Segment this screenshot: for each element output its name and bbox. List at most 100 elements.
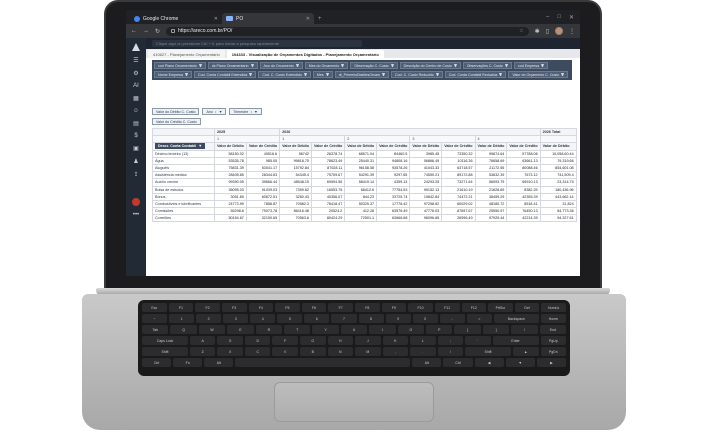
table-row[interactable]: Assistência médica 28405.85 28344.63 54345.… — [152, 171, 577, 180]
filter-field-chip[interactable]: ds Plano Orcamentario — [207, 62, 258, 69]
keyboard-key[interactable]: . — [410, 347, 436, 356]
filter-field-chip[interactable]: Cod. Conta Contábil Extendida — [193, 71, 257, 78]
keyboard-key[interactable]: F7 — [328, 303, 353, 312]
keyboard-key[interactable]: 1 — [169, 314, 195, 323]
keyboard-key[interactable]: / — [437, 347, 464, 356]
keyboard-key[interactable]: Ctrl — [142, 358, 172, 367]
keyboard-key[interactable]: PgUp — [540, 336, 567, 345]
data-field-credit[interactable]: Valor do Crédito C. Custo — [152, 118, 201, 125]
tab-po[interactable]: PO ✕ — [222, 13, 314, 24]
keyboard-key[interactable]: 4 — [250, 314, 276, 323]
new-tab-icon[interactable]: + — [314, 16, 326, 24]
table-row[interactable]: Auxílio creche 99390.05 39666.44 48548.15 69… — [152, 178, 577, 187]
keyboard-key[interactable]: Enter — [492, 336, 539, 345]
keyboard-key[interactable]: F — [272, 336, 298, 345]
keyboard-key[interactable]: G — [299, 336, 326, 345]
calendar-icon[interactable]: ▣ — [133, 145, 139, 152]
keyboard-key[interactable]: Q — [170, 325, 197, 334]
touchpad[interactable] — [274, 382, 434, 422]
keyboard-key[interactable]: ▲ — [513, 347, 539, 356]
keyboard-key[interactable]: V — [272, 347, 298, 356]
close-icon[interactable]: ✕ — [306, 16, 310, 22]
filter-icon[interactable] — [504, 64, 508, 67]
keyboard-key[interactable]: ◀ — [474, 358, 504, 367]
chrome-menu-icon[interactable]: ⋮ — [569, 28, 575, 35]
filter-icon[interactable] — [453, 64, 457, 67]
keyboard-key[interactable]: 8 — [358, 314, 384, 323]
close-icon[interactable]: ✕ — [214, 16, 218, 22]
address-bar[interactable]: https://areco.com.br/PO/ ☆ — [166, 26, 529, 36]
table-row[interactable]: Água 53535.78 985.05 99818.75 78623.49 25440.… — [152, 156, 577, 165]
document-icon[interactable]: ▤ — [133, 120, 139, 127]
keyboard-key[interactable]: Z — [189, 347, 216, 356]
keyboard-key[interactable]: U — [340, 325, 368, 334]
keyboard-key[interactable]: T — [284, 325, 311, 334]
filter-icon[interactable]: ▼ — [219, 110, 223, 114]
close-window-icon[interactable]: ✕ — [569, 14, 574, 21]
keyboard-key[interactable]: 9 — [385, 314, 411, 323]
tab-planejamento[interactable]: 410627 - Planejamento Orçamentário — [148, 50, 225, 58]
profile-avatar[interactable] — [555, 27, 563, 35]
keyboard-key[interactable]: = — [466, 314, 492, 323]
tab-google-chrome[interactable]: Google Chrome ✕ — [130, 13, 222, 24]
back-icon[interactable]: ← — [131, 28, 137, 34]
year-header[interactable]: 2025 — [213, 127, 281, 137]
table-row[interactable]: Bônus 3051.69 60672.51 3260.43 40356.07 844.2… — [152, 192, 577, 201]
keyboard-key[interactable]: F12 — [461, 303, 487, 312]
table-row[interactable]: Bolsa de estudos 36095.03 91039.03 7359.62 1… — [152, 185, 577, 194]
filter-field-chip[interactable]: Mes — [312, 71, 333, 78]
filter-field-chip[interactable]: Cod. C. Custo Extendido — [258, 71, 311, 78]
minimize-icon[interactable]: – — [546, 14, 549, 21]
maximize-icon[interactable]: □ — [557, 14, 561, 21]
sidepanel-icon[interactable]: ▯ — [546, 28, 549, 35]
keyboard-key[interactable]: S — [217, 336, 243, 345]
keyboard-key[interactable]: Home — [540, 314, 566, 323]
table-row[interactable]: Combustíveis e lubrificantes 24773.99 7858… — [152, 199, 577, 209]
keyboard-key[interactable]: W — [198, 325, 226, 334]
keyboard-key[interactable]: F1 — [168, 303, 194, 312]
keyboard-key[interactable]: H — [327, 336, 354, 345]
keyboard-key[interactable]: End — [539, 325, 567, 334]
keyboard-key[interactable]: 2 — [196, 314, 222, 323]
keyboard-key[interactable]: E — [227, 325, 254, 334]
keyboard-key[interactable]: K — [382, 336, 409, 345]
upload-icon[interactable]: ⇪ — [133, 171, 138, 178]
keyboard-key[interactable]: [ — [454, 325, 481, 334]
keyboard-key[interactable] — [235, 358, 411, 367]
people-icon[interactable]: ☺ — [133, 108, 139, 114]
tab-visualizacao[interactable]: 104333 - Visualização de Orçamentos Digi… — [226, 50, 384, 58]
keyboard-key[interactable]: F9 — [381, 303, 407, 312]
data-field-debit[interactable]: Valor do Débito C. Custo — [152, 108, 200, 115]
keyboard-key[interactable]: A — [189, 336, 216, 345]
keyboard-key[interactable]: Fn — [173, 358, 203, 367]
keyboard-key[interactable]: Alt — [204, 358, 234, 367]
filter-icon[interactable] — [390, 64, 394, 67]
keyboard-key[interactable]: D — [244, 336, 271, 345]
filter-field-chip[interactable]: Cod. Conta Contábil Reduzida — [444, 71, 507, 78]
keyboard-key[interactable]: F5 — [275, 303, 300, 312]
filter-icon[interactable] — [250, 64, 254, 67]
filter-field-chip[interactable]: Ano do Orcamento — [259, 62, 303, 69]
year-header[interactable]: 2026 — [279, 127, 541, 137]
keyboard-key[interactable]: B — [299, 347, 326, 356]
col-field-ano[interactable]: Ano ↕ ▼ — [202, 108, 227, 115]
keyboard-key[interactable]: Shift — [465, 347, 511, 356]
keyboard-key[interactable]: , — [382, 347, 409, 356]
filter-icon[interactable] — [325, 73, 329, 76]
keyboard-key[interactable]: F8 — [355, 303, 380, 312]
filter-icon[interactable] — [382, 73, 386, 76]
filter-icon[interactable]: ▼ — [254, 110, 258, 114]
keyboard-key[interactable]: L — [410, 336, 436, 345]
keyboard-key[interactable]: I — [369, 325, 396, 334]
keyboard-key[interactable]: Caps Lock — [142, 336, 188, 345]
keyboard-key[interactable]: Tab — [142, 325, 169, 334]
keyboard-key[interactable]: N — [327, 347, 354, 356]
keyboard-key[interactable]: F2 — [195, 303, 220, 312]
filter-field-chip[interactable]: cod Plano Orcamentario — [154, 62, 206, 69]
keyboard-key[interactable]: Alt — [412, 358, 442, 367]
filter-icon[interactable] — [499, 73, 503, 76]
filter-field-chip[interactable]: Nome Empresa — [154, 71, 192, 78]
keyboard-key[interactable]: - — [439, 314, 465, 323]
filter-icon[interactable] — [198, 64, 202, 67]
more-icon[interactable]: ••• — [133, 212, 139, 218]
